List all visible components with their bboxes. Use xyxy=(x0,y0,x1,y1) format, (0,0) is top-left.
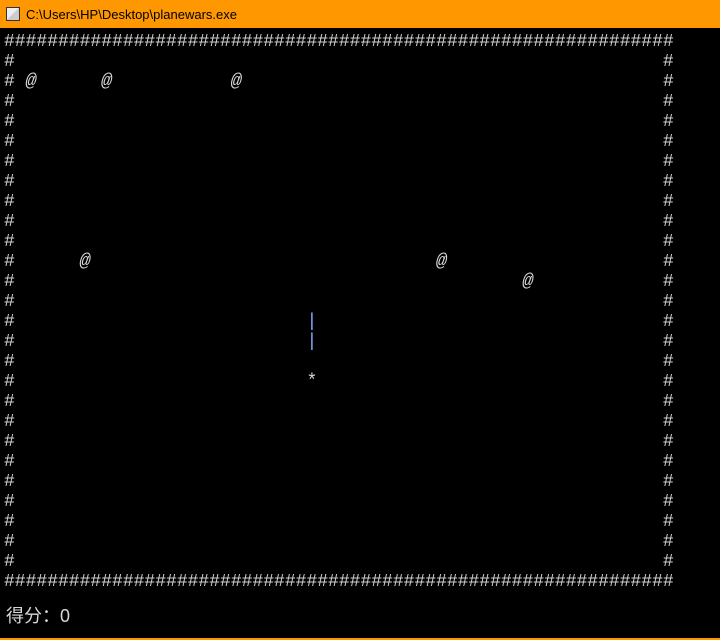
window: C:\Users\HP\Desktop\planewars.exe ######… xyxy=(0,0,720,640)
playfield-row: # # xyxy=(4,412,674,432)
playfield-row: # # xyxy=(4,132,674,152)
enemy-icon: @ xyxy=(522,272,533,292)
playfield-row: # # xyxy=(4,192,674,212)
playfield-row: # @ # xyxy=(4,272,674,292)
score-value: 0 xyxy=(60,606,70,626)
playfield-row: # # xyxy=(4,292,674,312)
enemy-icon: @ xyxy=(231,72,242,92)
playfield-row: # * # xyxy=(4,372,674,392)
playfield-row: # # xyxy=(4,472,674,492)
playfield-row: # # xyxy=(4,212,674,232)
enemy-icon: @ xyxy=(101,72,112,92)
playfield-row: # # xyxy=(4,532,674,552)
playfield-row: # # xyxy=(4,432,674,452)
enemy-icon: @ xyxy=(26,72,37,92)
bullet-icon: | xyxy=(306,332,317,352)
playfield-row: # # xyxy=(4,492,674,512)
playfield-row: # @ @ @ # xyxy=(4,72,674,92)
titlebar[interactable]: C:\Users\HP\Desktop\planewars.exe xyxy=(0,0,720,28)
score-label: 得分： xyxy=(6,606,60,626)
playfield-row: ########################################… xyxy=(4,572,674,592)
player-icon: * xyxy=(306,372,317,392)
console-area[interactable]: ########################################… xyxy=(0,28,720,640)
playfield-row: # # xyxy=(4,52,674,72)
playfield-row: # # xyxy=(4,152,674,172)
playfield-row: # # xyxy=(4,552,674,572)
playfield-row: # # xyxy=(4,452,674,472)
playfield-row: # # xyxy=(4,172,674,192)
score-display: 得分：0 xyxy=(6,602,70,628)
playfield-row: # # xyxy=(4,392,674,412)
enemy-icon: @ xyxy=(80,252,91,272)
playfield-row: # | # xyxy=(4,312,674,332)
window-title: C:\Users\HP\Desktop\planewars.exe xyxy=(26,7,237,22)
bullet-icon: | xyxy=(306,312,317,332)
playfield-row: ########################################… xyxy=(4,32,674,52)
game-playfield: ########################################… xyxy=(4,32,674,592)
enemy-icon: @ xyxy=(436,252,447,272)
playfield-row: # # xyxy=(4,112,674,132)
app-icon xyxy=(6,7,20,21)
playfield-row: # | # xyxy=(4,332,674,352)
playfield-row: # # xyxy=(4,232,674,252)
playfield-row: # # xyxy=(4,92,674,112)
playfield-row: # # xyxy=(4,512,674,532)
playfield-row: # # xyxy=(4,352,674,372)
playfield-row: # @ @ # xyxy=(4,252,674,272)
